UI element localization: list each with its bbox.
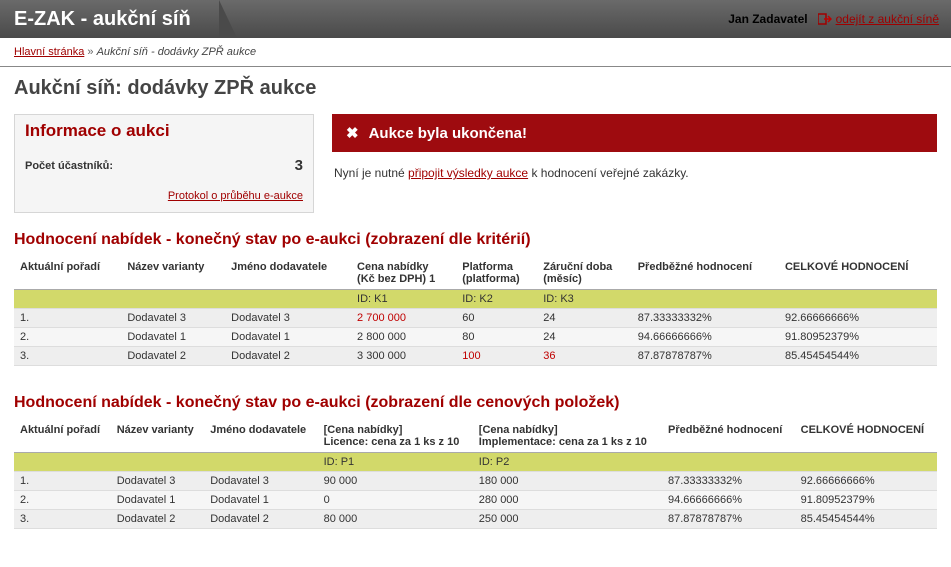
exit-label: odejít z aukční síně [836,12,939,26]
table-row: 2.Dodavatel 1Dodavatel 10280 00094.66666… [14,491,937,510]
info-box: Informace o aukci Počet účastníků: 3 Pro… [14,114,314,213]
th: Cena nabídky(Kč bez DPH) 1 [351,257,456,290]
after-text: Nyní je nutné připojit výsledky aukce k … [332,152,937,180]
table-row: 1.Dodavatel 3Dodavatel 32 700 000602487.… [14,309,937,328]
alert-text: Aukce byla ukončena! [369,125,527,142]
info-heading: Informace o aukci [15,115,313,151]
app-title: E-ZAK - aukční síň [0,0,219,38]
breadcrumb-home[interactable]: Hlavní stránka [14,46,84,58]
protocol-link[interactable]: Protokol o průběhu e-aukce [168,190,303,202]
th: Jméno dodavatele [204,420,317,453]
table-criteria: Aktuální pořadí Název varianty Jméno dod… [14,257,937,366]
th: Aktuální pořadí [14,420,111,453]
table-row: 1.Dodavatel 3Dodavatel 390 000180 00087.… [14,472,937,491]
th: Název varianty [121,257,225,290]
table-row: ID: K1ID: K2ID: K3 [14,290,937,309]
participants-value: 3 [295,157,303,174]
table-row: ID: P1ID: P2 [14,453,937,472]
header: E-ZAK - aukční síň Jan Zadavatel odejít … [0,0,951,38]
breadcrumb-current: Aukční síň - dodávky ZPŘ aukce [97,46,257,58]
username: Jan Zadavatel [728,12,807,26]
breadcrumb: Hlavní stránka » Aukční síň - dodávky ZP… [0,38,951,67]
alert-box: ✖ Aukce byla ukončena! [332,114,937,152]
close-icon: ✖ [346,124,359,142]
th: Předběžné hodnocení [632,257,779,290]
table1-heading: Hodnocení nabídek - konečný stav po e-au… [14,231,937,249]
th: Platforma(platforma) [456,257,537,290]
exit-link[interactable]: odejít z aukční síně [818,12,939,26]
participants-label: Počet účastníků: [25,160,113,172]
th: [Cena nabídky]Licence: cena za 1 ks z 10 [318,420,473,453]
th: Jméno dodavatele [225,257,351,290]
th: [Cena nabídky]Implementace: cena za 1 ks… [473,420,662,453]
breadcrumb-sep: » [87,46,93,58]
page-title: Aukční síň: dodávky ZPŘ aukce [0,67,951,114]
table-row: 2.Dodavatel 1Dodavatel 12 800 000802494.… [14,328,937,347]
th: Záruční doba(měsíc) [537,257,632,290]
th: Aktuální pořadí [14,257,121,290]
exit-icon [818,13,832,25]
th: Název varianty [111,420,205,453]
th: Předběžné hodnocení [662,420,795,453]
table-prices: Aktuální pořadí Název varianty Jméno dod… [14,420,937,529]
table-row: 3.Dodavatel 2Dodavatel 280 000250 00087.… [14,510,937,529]
table-row: 3.Dodavatel 2Dodavatel 23 300 0001003687… [14,347,937,366]
attach-results-link[interactable]: připojit výsledky aukce [408,166,528,180]
th: CELKOVÉ HODNOCENÍ [779,257,937,290]
th: CELKOVÉ HODNOCENÍ [795,420,937,453]
table2-heading: Hodnocení nabídek - konečný stav po e-au… [14,394,937,412]
header-right: Jan Zadavatel odejít z aukční síně [728,12,939,26]
